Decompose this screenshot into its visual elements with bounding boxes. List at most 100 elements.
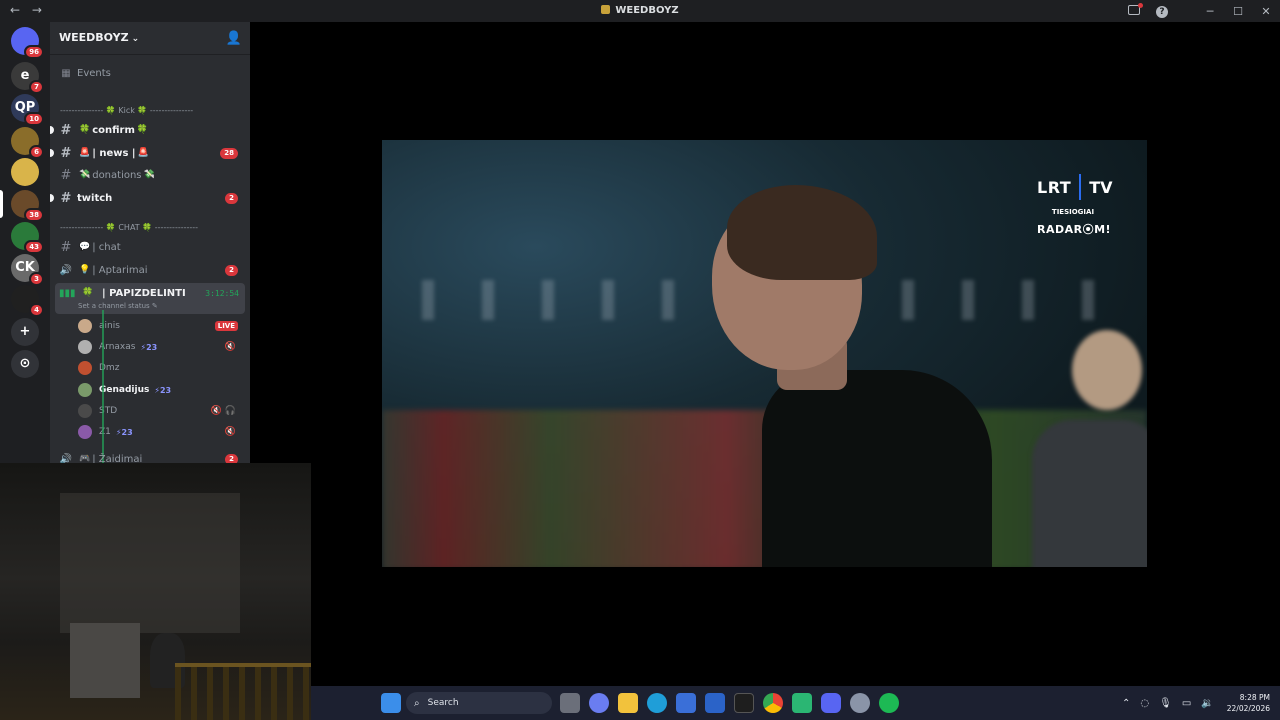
server-glyph: + xyxy=(19,324,31,339)
server-icon[interactable]: + xyxy=(11,318,39,346)
copilot-icon[interactable] xyxy=(589,693,609,713)
minimize-button[interactable]: ─ xyxy=(1196,5,1224,18)
show-label: RADAR⦿M! xyxy=(1037,223,1112,236)
mention-badge: 2 xyxy=(225,264,238,276)
channel-zaidimai[interactable]: 🔊 🎮 | Žaidimai 2 xyxy=(58,449,244,464)
server-icon xyxy=(601,5,611,14)
help-icon[interactable]: ? xyxy=(1148,4,1176,18)
start-button[interactable] xyxy=(381,693,401,713)
user-name: Arnaxas xyxy=(99,342,136,352)
close-button[interactable]: ✕ xyxy=(1252,5,1280,18)
hash-icon: # xyxy=(60,190,72,206)
add-user-icon[interactable]: 👤 xyxy=(226,31,242,46)
user-name: Z1 xyxy=(99,427,111,437)
server-icon[interactable] xyxy=(11,158,39,186)
taskbar: ⌕ Search ⌃ ◌ 🎙 ▭ 🔉 8:28 PM 22/02/2026 xyxy=(311,686,1280,720)
volume-icon[interactable]: 🔉 xyxy=(1201,698,1213,709)
store-icon[interactable] xyxy=(676,693,696,713)
window-title: WEEDBOYZ xyxy=(0,5,1280,16)
settings-icon[interactable] xyxy=(850,693,870,713)
clock[interactable]: 8:28 PM 22/02/2026 xyxy=(1227,692,1270,714)
discord-icon[interactable] xyxy=(821,693,841,713)
avatar xyxy=(78,425,92,439)
channel-news[interactable]: # 🚨 | news | 🚨 28 xyxy=(50,143,244,163)
server-glyph: ⊙ xyxy=(19,356,31,371)
events-item[interactable]: ▦ Events xyxy=(58,63,244,83)
server-icon[interactable]: 38 xyxy=(11,190,44,222)
voice-timer: 3:12:54 xyxy=(205,289,239,298)
search-icon: ⌕ xyxy=(414,697,420,709)
voice-activity-icon: ▮▮▮ xyxy=(59,288,76,299)
selected-server-indicator xyxy=(0,190,3,218)
server-icon[interactable]: 4 xyxy=(11,285,44,317)
avatar xyxy=(78,319,92,333)
mic-icon[interactable]: 🎙 xyxy=(1159,698,1172,709)
stream-video[interactable]: LRT TV TIESIOGIAI RADAR⦿M! xyxy=(382,140,1147,567)
network-icon[interactable]: ▭ xyxy=(1182,698,1191,709)
file-explorer-icon[interactable] xyxy=(618,693,638,713)
avatar xyxy=(78,383,92,397)
user-name: Genadijus xyxy=(99,385,150,395)
hash-icon: # xyxy=(60,122,72,138)
server-icon[interactable]: 6 xyxy=(11,127,44,159)
channel-emoji: 🍀 xyxy=(82,288,94,298)
category-kick[interactable]: --------------- 🍀 Kick 🍀 --------------- xyxy=(60,106,246,115)
avatar xyxy=(78,361,92,375)
mention-badge: 2 xyxy=(225,192,238,204)
mention-badge: 38 xyxy=(24,208,44,222)
channel-chat[interactable]: # 💬 | chat xyxy=(58,237,244,257)
spotify-icon[interactable] xyxy=(879,693,899,713)
app-green-icon[interactable] xyxy=(792,693,812,713)
voice-channel-papizdelinti[interactable]: ▮▮▮ 🍀 | PAPIZDELINTI 3:12:54 Set a chann… xyxy=(55,283,245,314)
mention-badge: 43 xyxy=(24,240,44,254)
boost-badge: ⚡23 xyxy=(154,385,172,395)
task-view-icon[interactable] xyxy=(560,693,580,713)
divider xyxy=(50,54,250,55)
server-icon[interactable]: ⊙ xyxy=(11,350,39,378)
inbox-icon[interactable] xyxy=(1120,2,1148,18)
live-label: TIESIOGIAI xyxy=(1051,208,1095,216)
category-chat[interactable]: --------------- 🍀 CHAT 🍀 --------------- xyxy=(60,223,246,232)
server-icon[interactable]: QP 10 xyxy=(11,94,44,126)
channel-logo: LRT TV TIESIOGIAI RADAR⦿M! xyxy=(1037,174,1113,237)
mention-badge: 7 xyxy=(29,80,44,94)
mention-badge: 10 xyxy=(24,112,44,126)
mention-badge: 28 xyxy=(220,147,238,159)
avatar xyxy=(78,340,92,354)
boost-badge: ⚡23 xyxy=(115,427,133,437)
location-icon[interactable]: ◌ xyxy=(1140,698,1149,709)
channel-aptarimai[interactable]: 🔊 💡 | Aptarimai 2 xyxy=(58,260,244,280)
server-icon[interactable]: 43 xyxy=(11,222,44,254)
system-tray: ⌃ ◌ 🎙 ▭ 🔉 8:28 PM 22/02/2026 xyxy=(1117,691,1270,715)
speaker-icon: 🔊 xyxy=(59,264,73,276)
chrome-icon[interactable] xyxy=(763,693,783,713)
channel-status-link[interactable]: Set a channel status ✎ xyxy=(78,302,158,310)
app-icon[interactable] xyxy=(734,693,754,713)
title-bar: ← → WEEDBOYZ ? ─ ☐ ✕ xyxy=(0,0,1280,22)
server-icon[interactable]: e7 xyxy=(11,62,44,94)
hash-icon: # xyxy=(60,239,72,255)
guild-name[interactable]: WEEDBOYZ ⌄ xyxy=(59,31,139,44)
voice-connection-line xyxy=(102,310,104,464)
search-box[interactable]: ⌕ Search xyxy=(406,692,552,714)
chevron-down-icon: ⌄ xyxy=(131,34,140,44)
channel-sidebar: WEEDBOYZ ⌄ 👤 ▦ Events --------------- 🍀 K… xyxy=(50,22,250,464)
server-icon[interactable]: CK 3 xyxy=(11,254,44,286)
server-icon[interactable]: 96 xyxy=(11,27,44,59)
channel-confirm[interactable]: # 🍀 confirm 🍀 xyxy=(50,120,244,140)
muted-icon: 🔇 xyxy=(224,427,236,437)
outlook-icon[interactable] xyxy=(705,693,725,713)
muted-icon: 🔇 🎧 xyxy=(210,406,236,416)
hash-icon: # xyxy=(60,145,72,161)
server-list: 96 e 7 QP 10 6 38 43 CK 3 4 + ⊙ xyxy=(0,22,50,464)
chevron-up-icon[interactable]: ⌃ xyxy=(1122,698,1130,709)
mention-badge: 96 xyxy=(24,45,44,59)
edge-icon[interactable] xyxy=(647,693,667,713)
maximize-button[interactable]: ☐ xyxy=(1224,5,1252,18)
channel-donations[interactable]: # 💸 donations 💸 xyxy=(58,165,244,185)
hash-icon: # xyxy=(60,167,72,183)
channel-twitch[interactable]: # twitch 2 xyxy=(50,188,244,208)
mention-badge: 3 xyxy=(29,272,44,286)
live-badge: LIVE xyxy=(214,321,238,331)
mention-badge: 6 xyxy=(29,145,44,159)
